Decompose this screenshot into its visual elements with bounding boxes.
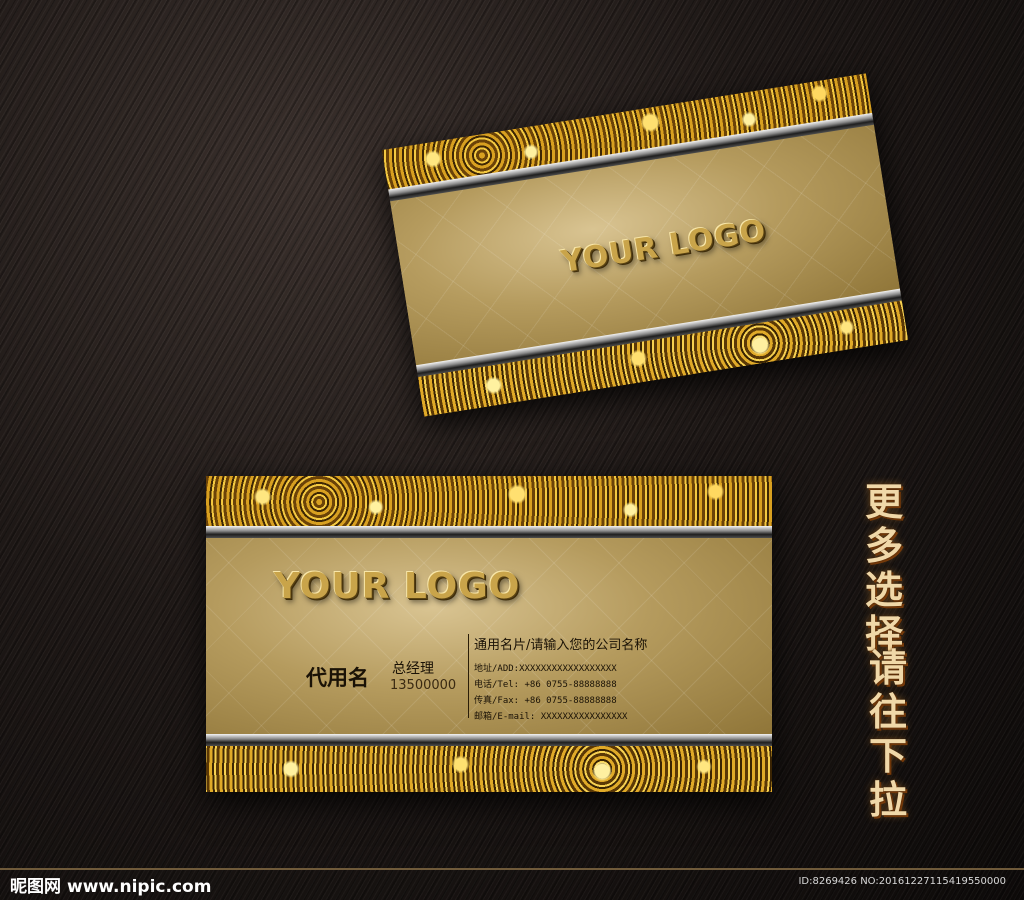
business-card-front: YOUR LOGO 代用名 总经理 13500000 通用名片/请输入您的公司名… bbox=[206, 476, 772, 792]
image-id: ID:8269426 NO:20161227115419550000 bbox=[798, 876, 1006, 887]
info-line-fax: 传真/Fax: +86 0755-88888888 bbox=[474, 696, 617, 706]
more-choices-text: 更 多 选 择 bbox=[862, 480, 906, 656]
dragon-pattern-top bbox=[206, 476, 772, 528]
side-char: 往 bbox=[868, 689, 907, 734]
side-char: 更 bbox=[864, 479, 903, 524]
watermark-url: www.nipic.com bbox=[67, 877, 212, 897]
info-line-address: 地址/ADD:XXXXXXXXXXXXXXXXXX bbox=[474, 664, 617, 674]
watermark: 昵图网 www.nipic.com bbox=[10, 872, 211, 897]
footer-divider bbox=[0, 868, 1024, 870]
contact-info: 通用名片/请输入您的公司名称 地址/ADD:XXXXXXXXXXXXXXXXXX… bbox=[474, 634, 647, 725]
side-char: 请 bbox=[868, 645, 907, 690]
dragon-pattern-bottom bbox=[206, 746, 772, 792]
info-line-tel: 电话/Tel: +86 0755-88888888 bbox=[474, 680, 617, 690]
side-char: 多 bbox=[864, 523, 903, 568]
side-char: 拉 bbox=[868, 777, 907, 822]
side-char: 下 bbox=[868, 733, 907, 778]
person-name: 代用名 bbox=[306, 666, 369, 690]
info-line-email: 邮箱/E-mail: XXXXXXXXXXXXXXXX bbox=[474, 712, 628, 722]
side-char: 选 bbox=[864, 567, 903, 612]
card-front-logo: YOUR LOGO bbox=[274, 566, 521, 607]
person-phone: 13500000 bbox=[390, 678, 457, 693]
watermark-brand: 昵图网 bbox=[10, 877, 61, 897]
business-card-back: YOUR LOGO bbox=[381, 73, 909, 417]
company-name: 通用名片/请输入您的公司名称 bbox=[474, 638, 648, 653]
divider-line bbox=[468, 634, 469, 718]
scroll-down-text: 请 往 下 拉 bbox=[866, 646, 910, 822]
person-title: 总经理 bbox=[392, 661, 434, 677]
